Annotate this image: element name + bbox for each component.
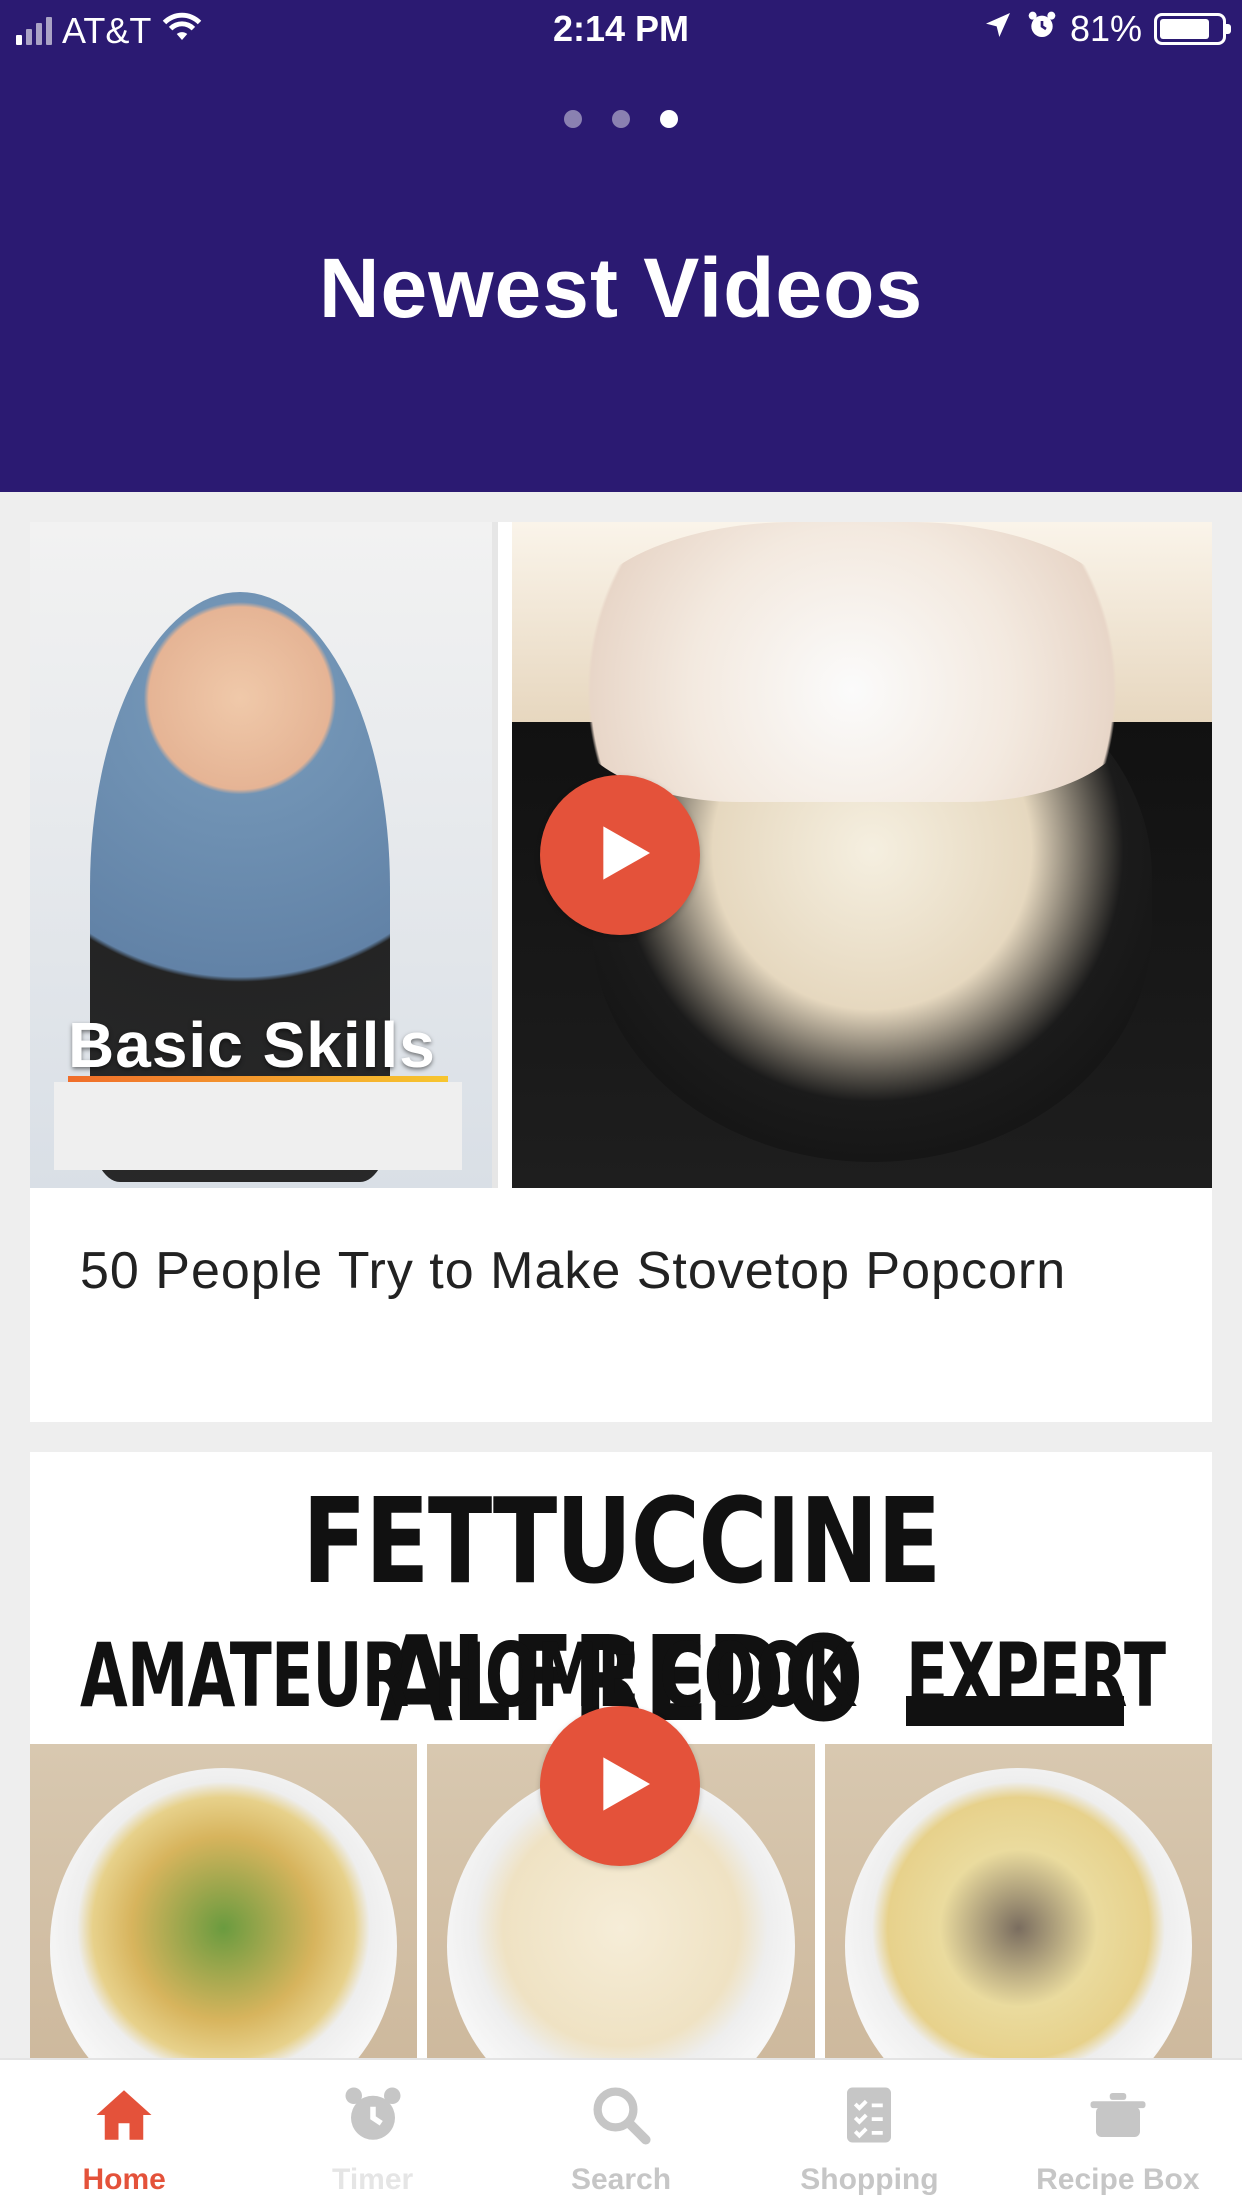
battery-fill <box>1160 19 1209 39</box>
page-dot[interactable] <box>564 110 582 128</box>
play-button[interactable] <box>540 775 700 935</box>
search-icon <box>588 2082 654 2153</box>
page-indicator[interactable] <box>0 110 1242 128</box>
video-card[interactable]: FETTUCCINE ALFREDO AMATEUR HOME COOK EXP… <box>30 1452 1212 2072</box>
location-icon <box>982 8 1014 50</box>
pasta-bowl-photo <box>844 1768 1192 2072</box>
play-icon <box>580 813 660 898</box>
redacted-block <box>54 1082 462 1170</box>
alarm-clock-icon <box>340 2082 406 2153</box>
thumbnail-left-panel: Basic Skills <box>30 522 492 1188</box>
pot-icon <box>1085 2082 1151 2153</box>
bowl-panel <box>30 1744 418 2072</box>
tab-timer[interactable]: Timer <box>248 2060 496 2208</box>
tab-recipe-box[interactable]: Recipe Box <box>994 2060 1242 2208</box>
video-title[interactable]: 50 People Try to Make Stovetop Popcorn <box>80 1232 1160 1310</box>
page-dot[interactable] <box>612 110 630 128</box>
home-icon <box>91 2082 157 2153</box>
play-icon <box>580 1744 660 1829</box>
status-bar: AT&T 2:14 PM 81% <box>0 0 1242 62</box>
tab-bar: Home Timer Search Shopping Recipe Box <box>0 2058 1242 2208</box>
video-card[interactable]: Basic Skills 50 People Try to Make Stove… <box>30 522 1212 1422</box>
battery-icon <box>1154 13 1231 45</box>
label-amateur: AMATEUR <box>80 1624 409 1727</box>
video-thumbnail[interactable]: Basic Skills <box>30 522 1212 1188</box>
tab-home[interactable]: Home <box>0 2060 248 2208</box>
page-dot[interactable] <box>660 110 678 128</box>
thumbnail-badge-text: Basic Skills <box>68 1009 436 1081</box>
bowl-panel <box>824 1744 1212 2072</box>
checklist-icon <box>836 2082 902 2153</box>
redacted-bar <box>906 1696 1124 1726</box>
play-button[interactable] <box>540 1706 700 1866</box>
tab-label: Home <box>82 2163 166 2196</box>
header: AT&T 2:14 PM 81% Newest Videos <box>0 0 1242 492</box>
battery-percent: 81% <box>1069 8 1142 49</box>
tab-label: Recipe Box <box>1036 2163 1200 2196</box>
page-title: Newest Videos <box>318 241 924 335</box>
alarm-icon <box>1026 8 1058 50</box>
hands-photo <box>572 522 1132 802</box>
video-thumbnail[interactable]: FETTUCCINE ALFREDO AMATEUR HOME COOK EXP… <box>30 1452 1212 2072</box>
status-right: 81% <box>982 8 1231 50</box>
tab-search[interactable]: Search <box>497 2060 745 2208</box>
tab-label: Timer <box>332 2163 414 2196</box>
pasta-bowl-photo <box>50 1768 398 2072</box>
tab-label: Search <box>570 2163 672 2196</box>
tab-label: Shopping <box>800 2163 939 2196</box>
thumbnail-divider <box>492 522 498 1188</box>
tab-shopping[interactable]: Shopping <box>745 2060 993 2208</box>
